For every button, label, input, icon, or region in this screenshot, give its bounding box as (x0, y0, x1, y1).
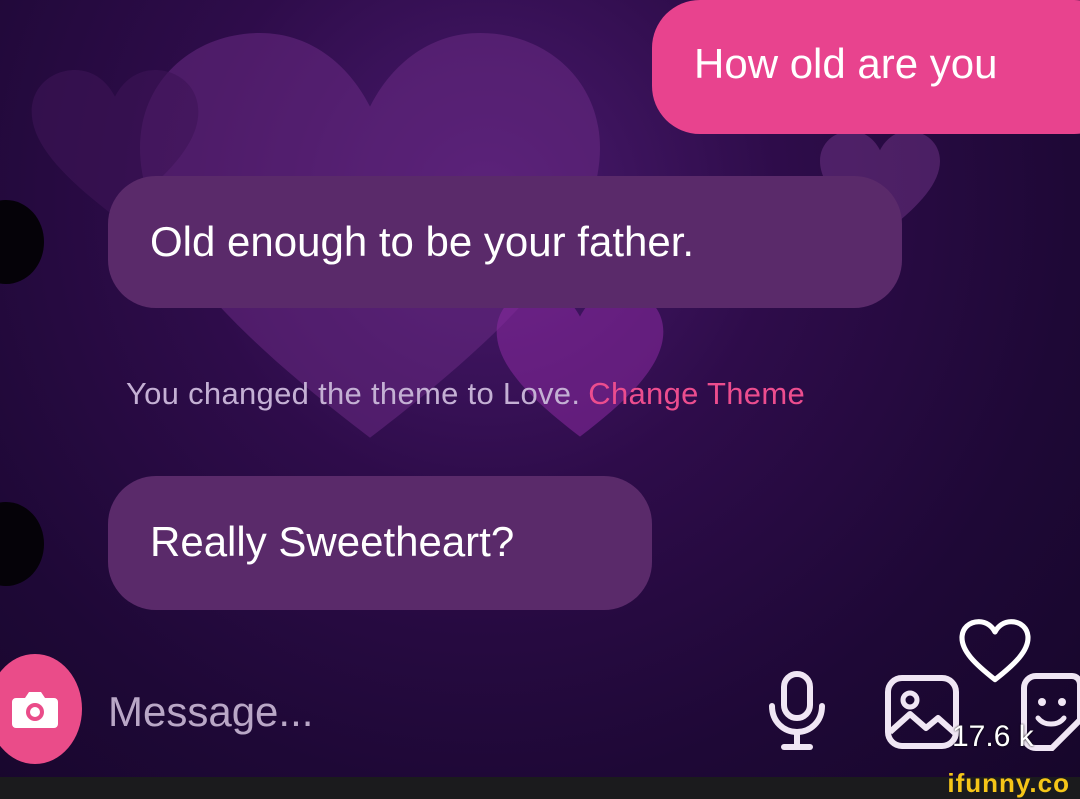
incoming-message-bubble[interactable]: Really Sweetheart? (108, 476, 652, 610)
microphone-icon[interactable] (764, 670, 830, 752)
ifunny-logo: ifunny.co (947, 768, 1070, 798)
camera-icon (12, 692, 58, 728)
change-theme-link[interactable]: Change Theme (588, 376, 805, 411)
incoming-message-bubble[interactable]: Old enough to be your father. (108, 176, 902, 308)
theme-change-notice: You changed the theme to Love. Change The… (126, 376, 805, 412)
camera-button[interactable] (0, 654, 82, 764)
sender-avatar[interactable] (0, 502, 44, 586)
watermark-bar: ifunny.co (0, 768, 1080, 799)
like-count: 17.6 k (952, 720, 1034, 753)
outgoing-message-bubble[interactable]: How old are you (652, 0, 1080, 134)
message-composer (0, 640, 1080, 776)
image-icon[interactable] (884, 674, 960, 750)
message-input[interactable] (108, 684, 728, 740)
theme-change-text: You changed the theme to Love. (126, 376, 581, 411)
chat-screen: How old are you Old enough to be your fa… (0, 0, 1080, 799)
message-thread: How old are you Old enough to be your fa… (0, 0, 1080, 640)
sender-avatar[interactable] (0, 200, 44, 284)
